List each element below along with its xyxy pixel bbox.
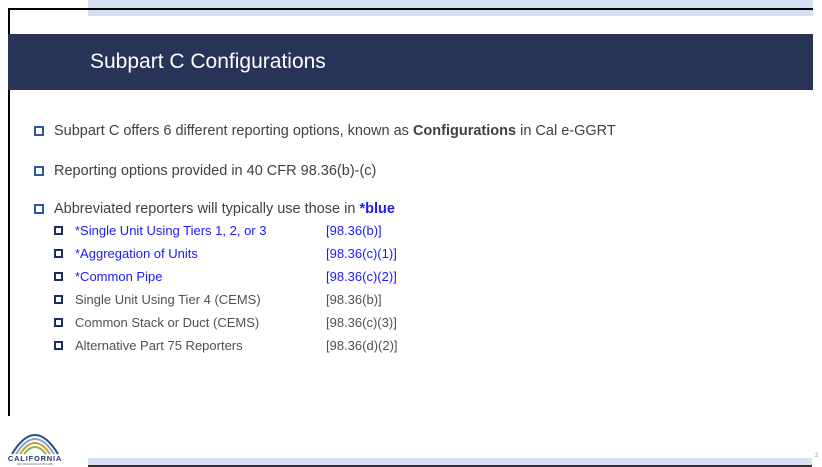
slide-title: Subpart C Configurations — [90, 50, 326, 73]
bullet-item-2: Reporting options provided in 40 CFR 98.… — [34, 162, 376, 180]
sub-item-name: *Single Unit Using Tiers 1, 2, or 3 — [75, 223, 267, 238]
square-bullet-icon — [34, 166, 44, 176]
square-bullet-icon — [54, 341, 63, 350]
page-number: 2 — [815, 453, 819, 459]
sub-item-ref: [98.36(b)] — [326, 292, 382, 307]
square-bullet-icon — [54, 226, 63, 235]
square-bullet-icon — [54, 272, 63, 281]
sub-item-name: *Common Pipe — [75, 269, 163, 284]
bullet-item-3: Abbreviated reporters will typically use… — [34, 200, 395, 218]
sub-item-ref: [98.36(c)(1)] — [326, 246, 397, 261]
sub-item-ref: [98.36(b)] — [326, 223, 382, 238]
sub-item-5: Common Stack or Duct (CEMS) [98.36(c)(3)… — [54, 314, 397, 331]
sub-item-ref: [98.36(d)(2)] — [326, 338, 398, 353]
sub-item-1: *Single Unit Using Tiers 1, 2, or 3 [98.… — [54, 222, 382, 239]
bullet-3-text: Abbreviated reporters will typically use… — [54, 201, 360, 217]
square-bullet-icon — [54, 318, 63, 327]
bottom-accent-band — [88, 458, 812, 465]
sub-item-6: Alternative Part 75 Reporters [98.36(d)(… — [54, 337, 398, 354]
bullet-item-1: Subpart C offers 6 different reporting o… — [34, 122, 616, 140]
sub-item-name: Common Stack or Duct (CEMS) — [75, 315, 260, 330]
bullet-1-text-after: in Cal e-GGRT — [516, 123, 616, 139]
sub-item-3: *Common Pipe [98.36(c)(2)] — [54, 268, 397, 285]
bullet-3-accent: *blue — [359, 201, 395, 217]
logo-subtitle: AIR RESOURCES BOARD — [16, 462, 54, 466]
square-bullet-icon — [54, 295, 63, 304]
bullet-2-text: Reporting options provided in 40 CFR 98.… — [54, 163, 377, 179]
bullet-1-text-before: Subpart C offers 6 different reporting o… — [54, 123, 413, 139]
sub-item-name: Alternative Part 75 Reporters — [75, 338, 243, 353]
title-bar: Subpart C Configurations — [8, 34, 813, 90]
square-bullet-icon — [34, 204, 44, 214]
sub-item-ref: [98.36(c)(3)] — [326, 315, 397, 330]
sub-item-4: Single Unit Using Tier 4 (CEMS) [98.36(b… — [54, 291, 382, 308]
square-bullet-icon — [34, 126, 44, 136]
sub-item-2: *Aggregation of Units [98.36(c)(1)] — [54, 245, 397, 262]
frame-top-line — [8, 8, 813, 10]
sub-item-name: Single Unit Using Tier 4 (CEMS) — [75, 292, 261, 307]
bullet-1-bold: Configurations — [412, 123, 517, 139]
sub-item-name: *Aggregation of Units — [75, 246, 198, 261]
square-bullet-icon — [54, 249, 63, 258]
sub-item-ref: [98.36(c)(2)] — [326, 269, 397, 284]
